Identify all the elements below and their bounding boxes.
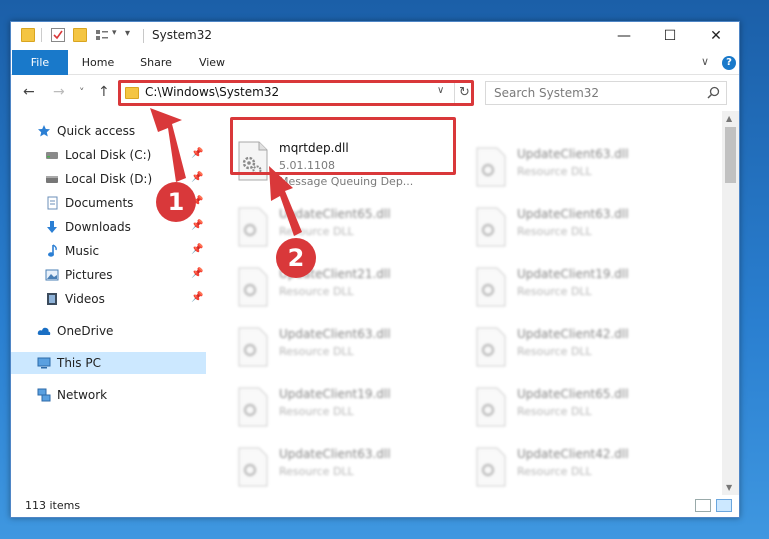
annotation-arrows — [150, 108, 302, 236]
step-2-badge: 2 — [276, 238, 316, 278]
step-1-badge: 1 — [156, 182, 196, 222]
